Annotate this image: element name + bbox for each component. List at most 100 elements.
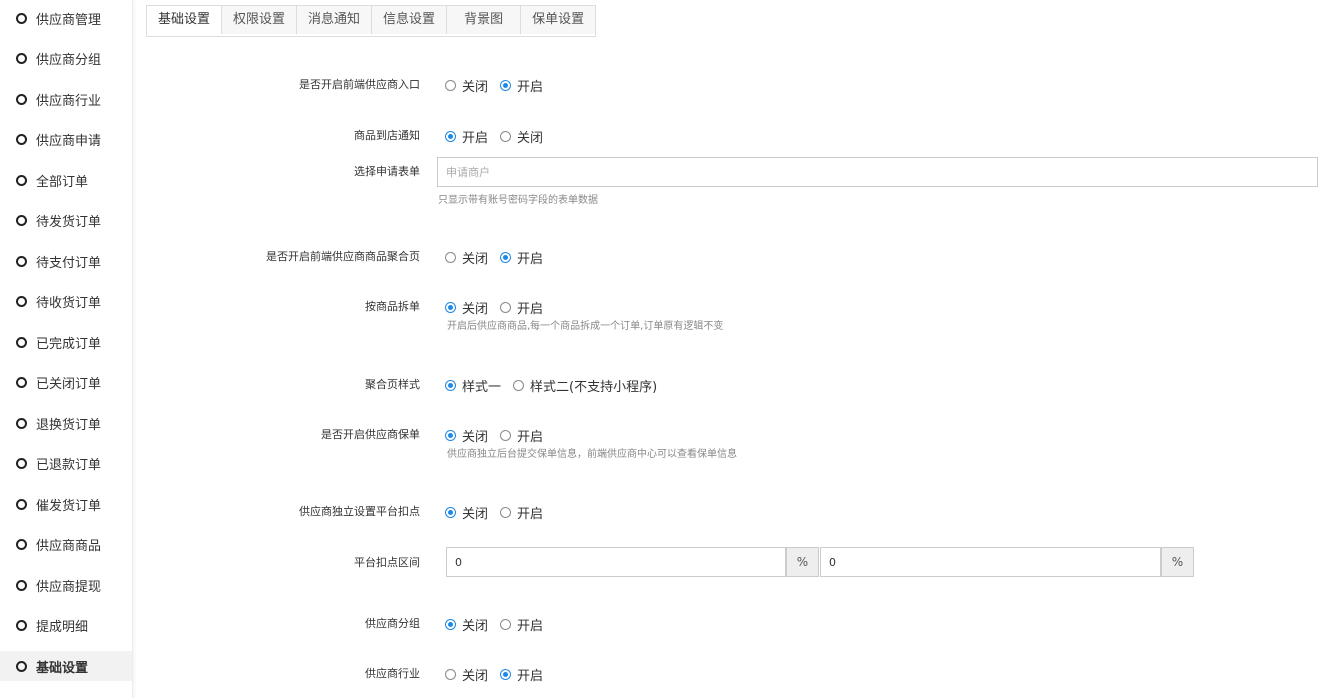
tab-basic-settings[interactable]: 基础设置: [147, 6, 223, 34]
circle-bullet-icon: [16, 214, 27, 226]
radio-checked-icon[interactable]: [445, 430, 456, 441]
circle-bullet-icon: [16, 12, 27, 24]
radio-arrival-off[interactable]: 关闭: [500, 127, 543, 146]
sidebar-item-label: 供应商管理: [36, 12, 102, 28]
setting-label: 聚合页样式: [365, 378, 420, 391]
sidebar-item[interactable]: 待收货订单: [0, 286, 132, 316]
sidebar-item[interactable]: 基础设置: [0, 651, 132, 681]
radio-icon[interactable]: [513, 380, 525, 391]
radio-industry-off[interactable]: 关闭: [445, 665, 488, 684]
radio-icon[interactable]: [445, 252, 456, 263]
sidebar-item[interactable]: 供应商商品: [0, 529, 132, 559]
circle-bullet-icon: [16, 52, 27, 64]
radio-style-two[interactable]: 样式二(不支持小程序): [513, 376, 657, 395]
radio-icon[interactable]: [500, 619, 512, 630]
tab-info-settings[interactable]: 信息设置: [372, 6, 448, 34]
radio-checked-icon[interactable]: [500, 80, 512, 91]
radio-icon[interactable]: [500, 507, 512, 518]
sidebar-item-label: 供应商分组: [36, 52, 102, 68]
radio-checked-icon[interactable]: [445, 619, 456, 630]
radio-icon[interactable]: [500, 131, 512, 142]
radio-industry-on[interactable]: 开启: [500, 665, 543, 684]
sidebar-item-label: 基础设置: [36, 660, 89, 676]
deduct-max-input[interactable]: 0: [820, 547, 1161, 577]
sidebar-item[interactable]: 提成明细: [0, 610, 132, 640]
circle-bullet-icon: [16, 255, 27, 267]
sidebar-item-label: 提成明细: [36, 619, 89, 635]
radio-icon[interactable]: [445, 80, 456, 91]
sidebar-item[interactable]: 催发货订单: [0, 489, 132, 519]
setting-label: 是否开启前端供应商商品聚合页: [266, 250, 420, 263]
sidebar-item[interactable]: 供应商分组: [0, 43, 132, 73]
circle-bullet-icon: [16, 336, 27, 348]
sidebar-item[interactable]: 待支付订单: [0, 246, 132, 276]
sidebar-item[interactable]: 供应商提现: [0, 570, 132, 600]
radio-entry-on[interactable]: 开启: [500, 76, 543, 95]
tab-message-notification[interactable]: 消息通知: [297, 6, 373, 34]
sidebar-item-label: 供应商行业: [36, 93, 102, 109]
setting-label: 供应商行业: [365, 667, 420, 680]
setting-label: 是否开启前端供应商入口: [299, 78, 420, 91]
sidebar-item[interactable]: 供应商行业: [0, 84, 132, 114]
radio-policy-off[interactable]: 关闭: [445, 426, 488, 445]
radio-checked-icon[interactable]: [500, 669, 512, 680]
sidebar-item[interactable]: 全部订单: [0, 165, 132, 195]
radio-group-on[interactable]: 开启: [500, 615, 543, 634]
deduct-min-input[interactable]: 0: [446, 547, 786, 577]
setting-label: 供应商分组: [365, 617, 420, 630]
application-form-select[interactable]: 申请商户: [437, 157, 1318, 187]
radio-style-one[interactable]: 样式一: [445, 376, 501, 395]
radio-checked-icon[interactable]: [445, 507, 456, 518]
radio-aggregate-off[interactable]: 关闭: [445, 248, 488, 267]
sidebar-item-label: 全部订单: [36, 174, 89, 190]
sidebar-item[interactable]: 已关闭订单: [0, 367, 132, 397]
radio-checked-icon[interactable]: [445, 302, 456, 313]
sidebar-item-label: 已退款订单: [36, 457, 102, 473]
setting-label: 按商品拆单: [365, 300, 420, 313]
radio-split-on[interactable]: 开启: [500, 298, 543, 317]
radio-policy-on[interactable]: 开启: [500, 426, 543, 445]
sidebar-item[interactable]: 待发货订单: [0, 205, 132, 235]
split-help-text: 开启后供应商商品,每一个商品拆成一个订单,订单原有逻辑不变: [447, 321, 724, 332]
radio-arrival-on[interactable]: 开启: [445, 127, 488, 146]
setting-label: 供应商独立设置平台扣点: [299, 505, 420, 518]
circle-bullet-icon: [16, 660, 27, 672]
circle-bullet-icon: [16, 174, 27, 186]
sidebar-item-label: 供应商商品: [36, 538, 102, 554]
circle-bullet-icon: [16, 538, 27, 550]
radio-checked-icon[interactable]: [445, 131, 456, 142]
sidebar-item-label: 催发货订单: [36, 498, 102, 514]
sidebar-item[interactable]: 已退款订单: [0, 448, 132, 478]
sidebar-item-label: 退换货订单: [36, 417, 102, 433]
radio-icon[interactable]: [445, 669, 456, 680]
tab-permission-settings[interactable]: 权限设置: [222, 6, 298, 34]
radio-entry-off[interactable]: 关闭: [445, 76, 488, 95]
sidebar-item[interactable]: 退换货订单: [0, 408, 132, 438]
radio-deduct-on[interactable]: 开启: [500, 503, 543, 522]
circle-bullet-icon: [16, 133, 27, 145]
circle-bullet-icon: [16, 498, 27, 510]
radio-icon[interactable]: [500, 430, 512, 441]
radio-checked-icon[interactable]: [500, 252, 512, 263]
form-help-text: 只显示带有账号密码字段的表单数据: [438, 195, 598, 206]
sidebar-item[interactable]: 供应商管理: [0, 3, 132, 33]
circle-bullet-icon: [16, 579, 27, 591]
circle-bullet-icon: [16, 457, 27, 469]
setting-label: 是否开启供应商保单: [321, 428, 420, 441]
circle-bullet-icon: [16, 93, 27, 105]
tab-background-image[interactable]: 背景图: [447, 6, 522, 34]
tab-policy-settings[interactable]: 保单设置: [521, 6, 596, 34]
radio-aggregate-on[interactable]: 开启: [500, 248, 543, 267]
radio-group-off[interactable]: 关闭: [445, 615, 488, 634]
circle-bullet-icon: [16, 619, 27, 631]
policy-help-text: 供应商独立后台提交保单信息，前端供应商中心可以查看保单信息: [447, 449, 737, 460]
sidebar-item-label: 待发货订单: [36, 214, 102, 230]
radio-checked-icon[interactable]: [445, 380, 456, 391]
sidebar-item[interactable]: 已完成订单: [0, 327, 132, 357]
sidebar-item[interactable]: 供应商申请: [0, 124, 132, 154]
radio-split-off[interactable]: 关闭: [445, 298, 488, 317]
circle-bullet-icon: [16, 417, 27, 429]
radio-icon[interactable]: [500, 302, 512, 313]
radio-deduct-off[interactable]: 关闭: [445, 503, 488, 522]
percent-addon: %: [786, 547, 819, 577]
